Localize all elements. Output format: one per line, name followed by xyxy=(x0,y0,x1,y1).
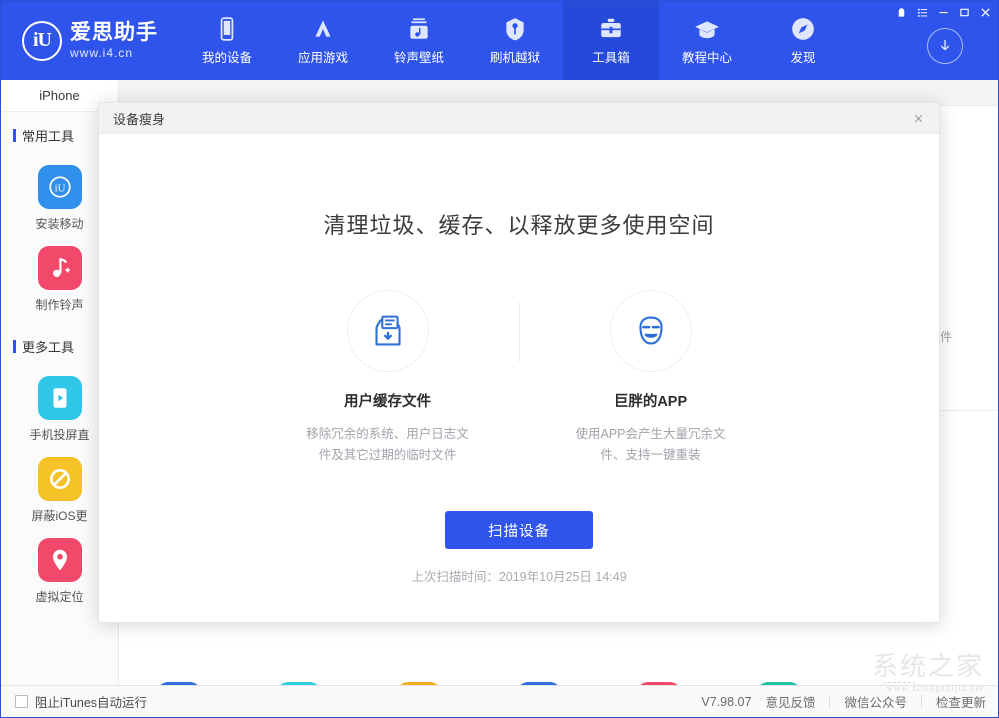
minimize-icon[interactable] xyxy=(933,3,954,21)
user-icon[interactable] xyxy=(891,3,912,21)
iu-app-icon: iU xyxy=(38,165,82,209)
nav-item-ringtone-wallpaper[interactable]: 铃声壁纸 xyxy=(371,1,467,80)
brand-title: 爱思助手 xyxy=(70,22,158,44)
brand-logo-area: iU 爱思助手 www.i4.cn xyxy=(1,1,179,80)
block-update-icon xyxy=(38,457,82,501)
screen-mirror-icon xyxy=(38,376,82,420)
nav-label: 铃声壁纸 xyxy=(394,47,444,66)
brand-text: 爱思助手 www.i4.cn xyxy=(70,22,158,60)
download-circle-icon[interactable] xyxy=(927,28,963,64)
option-divider xyxy=(519,302,520,362)
dialog-title: 设备瘦身 xyxy=(113,109,165,128)
device-slimming-dialog: 设备瘦身 清理垃圾、缓存、以释放更多使用空间 xyxy=(98,102,940,623)
group-accent-bar xyxy=(13,340,16,353)
flash-jailbreak-icon xyxy=(502,16,528,42)
dialog-heading: 清理垃圾、缓存、以释放更多使用空间 xyxy=(323,208,714,240)
block-itunes-label: 阻止iTunes自动运行 xyxy=(35,692,147,711)
option-title: 巨胖的APP xyxy=(614,390,687,411)
nav-item-toolbox[interactable]: 工具箱 xyxy=(563,1,659,80)
fat-face-icon xyxy=(610,290,692,372)
window-controls xyxy=(891,3,996,21)
option-description: 移除冗余的系统、用户日志文件及其它过期的临时文件 xyxy=(303,424,473,465)
option-description: 使用APP会产生大量冗余文件、支持一键重装 xyxy=(566,424,736,465)
nav-item-discover[interactable]: 发现 xyxy=(755,1,851,80)
sidebar-item-label: 虚拟定位 xyxy=(35,588,83,605)
main-nav: 我的设备 应用游戏 铃声壁纸 刷机越狱 xyxy=(179,1,851,80)
sidebar-group-label: 更多工具 xyxy=(22,337,74,356)
nav-label: 发现 xyxy=(790,47,815,66)
separator xyxy=(921,695,922,708)
appstore-icon xyxy=(310,16,336,42)
close-icon[interactable] xyxy=(907,107,929,129)
separator xyxy=(829,695,830,708)
sidebar-group-label: 常用工具 xyxy=(22,126,74,145)
location-pin-icon xyxy=(38,538,82,582)
brand-logo-icon: iU xyxy=(22,21,62,61)
close-icon[interactable] xyxy=(975,3,996,21)
menu-icon[interactable] xyxy=(912,3,933,21)
ringtone-icon xyxy=(38,246,82,290)
group-accent-bar xyxy=(13,129,16,142)
nav-label: 工具箱 xyxy=(592,47,630,66)
block-itunes-checkbox-row[interactable]: 阻止iTunes自动运行 xyxy=(15,692,147,711)
compass-icon xyxy=(790,16,816,42)
inbox-download-icon xyxy=(347,290,429,372)
option-user-cache-files[interactable]: 用户缓存文件 移除冗余的系统、用户日志文件及其它过期的临时文件 xyxy=(278,290,498,465)
maximize-icon[interactable] xyxy=(954,3,975,21)
sidebar-item-label: 屏蔽iOS更 xyxy=(31,507,87,524)
dialog-body: 清理垃圾、缓存、以释放更多使用空间 用户缓存文件 移除冗余的系统、用户日志文件及 xyxy=(99,134,939,622)
status-bar: 阻止iTunes自动运行 V7.98.07 意见反馈 微信公众号 检查更新 xyxy=(1,685,999,717)
app-header: iU 爱思助手 www.i4.cn 我的设备 应用游戏 xyxy=(1,1,999,80)
sidebar-item-label: 制作铃声 xyxy=(35,296,83,313)
svg-text:iU: iU xyxy=(54,182,65,194)
graduation-cap-icon xyxy=(694,16,720,42)
header-right xyxy=(890,1,999,80)
nav-label: 教程中心 xyxy=(682,47,732,66)
brand-url: www.i4.cn xyxy=(70,47,158,60)
toolbox-icon xyxy=(598,16,624,42)
version-label: V7.98.07 xyxy=(701,695,751,709)
nav-label: 刷机越狱 xyxy=(490,47,540,66)
app-window: iU 爱思助手 www.i4.cn 我的设备 应用游戏 xyxy=(0,0,999,718)
option-huge-app[interactable]: 巨胖的APP 使用APP会产生大量冗余文件、支持一键重装 xyxy=(541,290,761,465)
wechat-link[interactable]: 微信公众号 xyxy=(844,692,907,711)
nav-item-tutorial-center[interactable]: 教程中心 xyxy=(659,1,755,80)
music-wallpaper-icon xyxy=(406,16,432,42)
sidebar-item-label: 手机投屏直 xyxy=(29,426,89,443)
nav-item-flash-jailbreak[interactable]: 刷机越狱 xyxy=(467,1,563,80)
feedback-link[interactable]: 意见反馈 xyxy=(765,692,815,711)
nav-item-my-device[interactable]: 我的设备 xyxy=(179,1,275,80)
check-update-link[interactable]: 检查更新 xyxy=(936,692,986,711)
sidebar-item-label: 安装移动 xyxy=(35,215,83,232)
content-divider xyxy=(940,410,999,411)
block-itunes-checkbox[interactable] xyxy=(15,695,28,708)
option-title: 用户缓存文件 xyxy=(344,390,431,411)
last-scan-time: 上次扫描时间：2019年10月25日 14:49 xyxy=(411,566,626,585)
status-bar-right: V7.98.07 意见反馈 微信公众号 检查更新 xyxy=(701,692,986,711)
cleanup-options: 用户缓存文件 移除冗余的系统、用户日志文件及其它过期的临时文件 巨胖的APP 使… xyxy=(278,290,761,465)
nav-label: 我的设备 xyxy=(202,47,252,66)
scan-device-button[interactable]: 扫描设备 xyxy=(445,511,593,549)
nav-item-app-games[interactable]: 应用游戏 xyxy=(275,1,371,80)
nav-label: 应用游戏 xyxy=(298,47,348,66)
phone-icon xyxy=(214,16,240,42)
dialog-title-bar: 设备瘦身 xyxy=(99,103,939,134)
